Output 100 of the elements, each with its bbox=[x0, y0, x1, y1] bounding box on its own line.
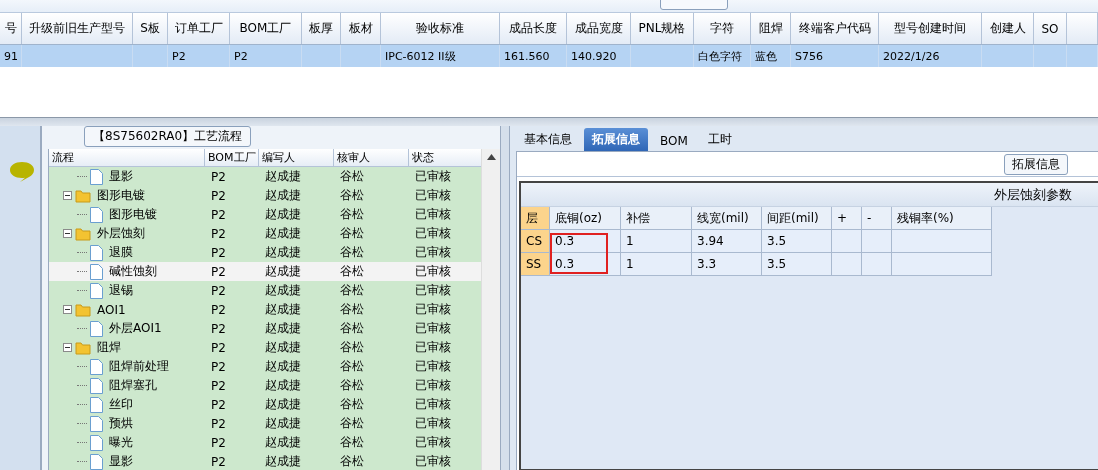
column-header[interactable]: 成品宽度 bbox=[567, 13, 631, 44]
group-title: 拓展信息 bbox=[1004, 154, 1068, 175]
table-cell-text: 已审核 bbox=[414, 320, 452, 337]
document-icon bbox=[90, 453, 103, 470]
column-header[interactable]: 补偿 bbox=[621, 207, 692, 230]
table-cell-text: 碱性蚀刻 bbox=[108, 263, 157, 280]
table-cell-text: P2 bbox=[210, 320, 227, 338]
folder-icon bbox=[75, 188, 91, 203]
table-cell-text: 谷松 bbox=[339, 282, 365, 299]
column-header[interactable]: 升级前旧生产型号 bbox=[22, 13, 133, 44]
table-cell-text: 外层AOI1 bbox=[108, 320, 162, 337]
table-cell-text: 谷松 bbox=[339, 301, 365, 318]
tab[interactable]: 拓展信息 bbox=[584, 128, 648, 151]
table-cell-text: 谷松 bbox=[339, 358, 365, 375]
table-cell-text: P2 bbox=[210, 415, 227, 433]
table-cell: 0.3 bbox=[550, 230, 621, 253]
document-icon bbox=[90, 396, 103, 413]
table-cell-text: 已审核 bbox=[414, 187, 452, 204]
column-header[interactable]: 终端客户代码 bbox=[791, 13, 879, 44]
column-header[interactable]: 验收标准 bbox=[381, 13, 500, 44]
table-cell-text: P2 bbox=[210, 282, 227, 300]
tree-row[interactable]: 碱性蚀刻 P2 赵成捷 谷松 已审核 bbox=[49, 262, 482, 281]
table-cell-text: 赵成捷 bbox=[264, 187, 302, 204]
table-cell-text: 阻焊前处理 bbox=[108, 358, 169, 375]
column-header[interactable]: BOM工厂 bbox=[205, 149, 259, 166]
table-cell-text: AOI1 bbox=[96, 302, 126, 317]
table-cell: 2022/1/26 bbox=[879, 45, 982, 67]
table-cell-text: 阻焊 bbox=[96, 339, 121, 356]
table-cell: P2 bbox=[230, 45, 302, 67]
column-header[interactable]: SO bbox=[1034, 13, 1067, 44]
column-header[interactable]: 线宽(mil) bbox=[692, 207, 762, 230]
table-cell: 3.3 bbox=[692, 253, 762, 276]
scrollbar[interactable] bbox=[481, 149, 500, 470]
table-cell-text: 丝印 bbox=[108, 396, 133, 413]
table-cell-text: P2 bbox=[210, 187, 227, 205]
table-cell-text: 图形电镀 bbox=[108, 206, 157, 223]
column-header[interactable]: 型号创建时间 bbox=[879, 13, 982, 44]
table-cell-text: 谷松 bbox=[339, 377, 365, 394]
column-header[interactable]: 流程 bbox=[49, 149, 205, 166]
table-cell-text: 已审核 bbox=[414, 244, 452, 261]
column-header[interactable]: 编写人 bbox=[259, 149, 334, 166]
table-cell-text: P2 bbox=[210, 434, 227, 452]
column-header[interactable]: 层 bbox=[521, 207, 550, 230]
collapse-icon[interactable] bbox=[63, 343, 72, 352]
column-header[interactable]: 订单工厂 bbox=[168, 13, 230, 44]
table-row[interactable]: 91 P2 P2 IPC-6012 II级 161.560 140.920 白色字符 蓝色 S756 2022/1/26 bbox=[0, 45, 1098, 67]
column-header[interactable]: 间距(mil) bbox=[762, 207, 832, 230]
table-cell: 白色字符 bbox=[694, 45, 751, 67]
table-cell: 1 bbox=[621, 253, 692, 276]
column-header[interactable]: BOM工厂 bbox=[230, 13, 302, 44]
table-cell: 0.3 bbox=[550, 253, 621, 276]
table-cell: 1 bbox=[621, 230, 692, 253]
collapse-icon[interactable] bbox=[63, 229, 72, 238]
table-cell-text: 赵成捷 bbox=[264, 358, 302, 375]
table-cell-text: 赵成捷 bbox=[264, 225, 302, 242]
table-cell: CS bbox=[521, 230, 550, 253]
table-cell-text: P2 bbox=[210, 339, 227, 357]
table-cell-text: P2 bbox=[210, 168, 227, 186]
column-header[interactable]: 板材 bbox=[341, 13, 381, 44]
table-cell-text: 已审核 bbox=[414, 206, 452, 223]
table-cell-text: 已审核 bbox=[414, 377, 452, 394]
table-cell-text: 曝光 bbox=[108, 434, 133, 451]
table-cell-text: 赵成捷 bbox=[264, 301, 302, 318]
table-cell-text: 赵成捷 bbox=[264, 339, 302, 356]
table-cell: 3.94 bbox=[692, 230, 762, 253]
column-header[interactable]: 残铜率(%) bbox=[892, 207, 992, 230]
tab[interactable]: 基本信息 bbox=[516, 128, 580, 151]
table-cell-text: 赵成捷 bbox=[264, 263, 302, 280]
document-icon bbox=[90, 358, 103, 375]
table-cell-text: 谷松 bbox=[339, 244, 365, 261]
column-header[interactable]: 号 bbox=[0, 13, 22, 44]
table-cell-text: P2 bbox=[210, 225, 227, 243]
document-icon bbox=[90, 320, 103, 337]
column-header[interactable]: + bbox=[832, 207, 862, 230]
column-header[interactable]: 阻焊 bbox=[751, 13, 791, 44]
folder-icon bbox=[75, 302, 91, 317]
tab[interactable]: 工时 bbox=[699, 128, 740, 151]
collapse-icon[interactable] bbox=[63, 305, 72, 314]
column-header[interactable]: 创建人 bbox=[982, 13, 1034, 44]
column-header[interactable]: 核审人 bbox=[334, 149, 409, 166]
table-cell-text: P2 bbox=[210, 453, 227, 470]
column-header[interactable]: S板 bbox=[133, 13, 168, 44]
folder-icon bbox=[75, 340, 91, 355]
document-icon bbox=[90, 282, 103, 299]
table-cell-text: 赵成捷 bbox=[264, 168, 302, 185]
column-header[interactable]: PNL规格 bbox=[631, 13, 694, 44]
column-header[interactable]: 字符 bbox=[694, 13, 751, 44]
table-cell-text: 已审核 bbox=[414, 301, 452, 318]
column-header[interactable]: - bbox=[862, 207, 892, 230]
column-header[interactable]: 成品长度 bbox=[500, 13, 567, 44]
column-header[interactable]: 板厚 bbox=[302, 13, 341, 44]
column-header[interactable]: 底铜(oz) bbox=[550, 207, 621, 230]
table-cell-text: P2 bbox=[210, 396, 227, 414]
tab[interactable]: BOM bbox=[652, 131, 696, 151]
scroll-up-arrow-icon[interactable] bbox=[486, 154, 496, 160]
table-cell: P2 bbox=[168, 45, 230, 67]
collapse-icon[interactable] bbox=[63, 191, 72, 200]
table-cell-text: 已审核 bbox=[414, 168, 452, 185]
table-cell-text: 已审核 bbox=[414, 339, 452, 356]
group-title: 【8S75602RA0】工艺流程 bbox=[84, 126, 252, 147]
